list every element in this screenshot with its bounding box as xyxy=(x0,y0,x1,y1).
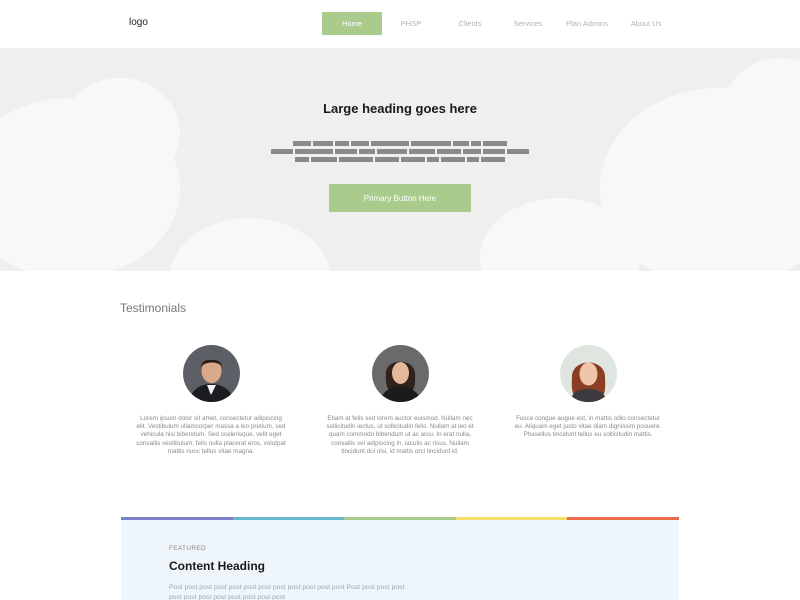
testimonial-text: Lorem ipsum dolor sit amet, consectetur … xyxy=(136,415,286,455)
cloud-shape xyxy=(60,78,180,188)
nav-item-services[interactable]: Services xyxy=(500,12,556,35)
testimonial-text: Etiam at felis sed lorem auctor euismod.… xyxy=(326,415,474,455)
testimonial-card: Fusce congue augue est, in mattis odio c… xyxy=(513,345,663,440)
featured-label: FEATURED xyxy=(169,545,206,552)
content-heading: Content Heading xyxy=(169,559,265,573)
testimonial-card: Etiam at felis sed lorem auctor euismod.… xyxy=(325,345,475,456)
nav-item-phsp[interactable]: PHSP xyxy=(382,12,440,35)
testimonial-card: Lorem ipsum dolor sit amet, consectetur … xyxy=(136,345,286,456)
testimonial-text: Fusce congue augue est, in mattis odio c… xyxy=(514,415,662,439)
avatar xyxy=(182,345,240,402)
site-header: logo Home PHSP Clients Services Plan Adm… xyxy=(0,0,800,48)
hero-heading: Large heading goes here xyxy=(323,101,477,116)
avatar xyxy=(371,345,429,402)
nav-item-home[interactable]: Home xyxy=(322,12,382,35)
primary-button[interactable]: Primary Button Here xyxy=(329,184,471,212)
featured-body-text: Post post post post post post post post … xyxy=(169,584,405,600)
featured-section: FEATURED Content Heading Post post post … xyxy=(121,520,679,600)
nav-item-about-us[interactable]: About Us xyxy=(618,12,674,35)
avatar xyxy=(559,345,617,402)
main-nav: Home PHSP Clients Services Plan Admins A… xyxy=(322,12,674,35)
cloud-shape xyxy=(170,218,330,271)
nav-item-clients[interactable]: Clients xyxy=(440,12,500,35)
hero-redacted-text xyxy=(270,141,530,165)
hero-banner: Large heading goes here Primary Button H… xyxy=(0,48,800,271)
logo[interactable]: logo xyxy=(129,17,148,28)
testimonials-title: Testimonials xyxy=(120,301,187,315)
nav-item-plan-admins[interactable]: Plan Admins xyxy=(556,12,618,35)
